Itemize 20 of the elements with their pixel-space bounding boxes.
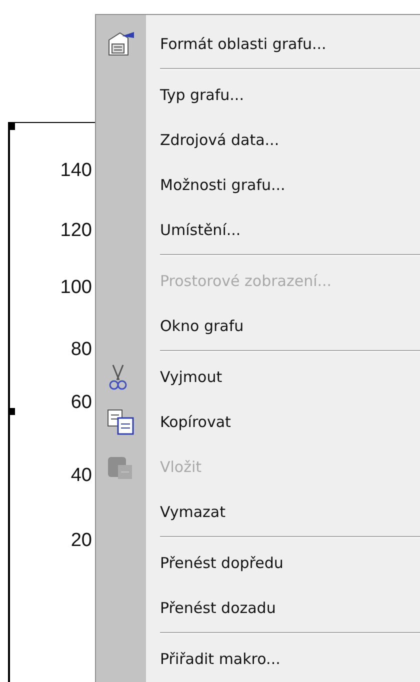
menu-item[interactable]: Okno grafu xyxy=(96,303,420,348)
menu-item[interactable]: Možnosti grafu... xyxy=(96,162,420,207)
axis-label: 60 xyxy=(70,393,92,415)
axis-label: 40 xyxy=(70,466,92,488)
axis-label: 100 xyxy=(60,278,92,300)
menu-item[interactable]: Zdrojová data... xyxy=(96,117,420,162)
menu-item[interactable]: Vyjmout xyxy=(96,354,420,399)
menu-item[interactable]: Typ grafu... xyxy=(96,72,420,117)
menu-item[interactable]: Přenést dopředu xyxy=(96,540,420,585)
menu-item[interactable]: Umístění... xyxy=(96,207,420,252)
axis-label: 20 xyxy=(70,531,92,553)
axis-label: 120 xyxy=(60,221,92,243)
axis-label: 80 xyxy=(70,340,92,362)
menu-item[interactable]: Přenést dozadu xyxy=(96,585,420,630)
copy-icon xyxy=(106,408,136,436)
axis-label: 140 xyxy=(60,161,92,183)
menu-item[interactable]: Formát oblasti grafu... xyxy=(96,21,420,66)
menu-item[interactable]: Vymazat xyxy=(96,489,420,534)
menu-item[interactable]: Kopírovat xyxy=(96,399,420,444)
menu-item[interactable]: Přiřadit makro... xyxy=(96,636,420,681)
